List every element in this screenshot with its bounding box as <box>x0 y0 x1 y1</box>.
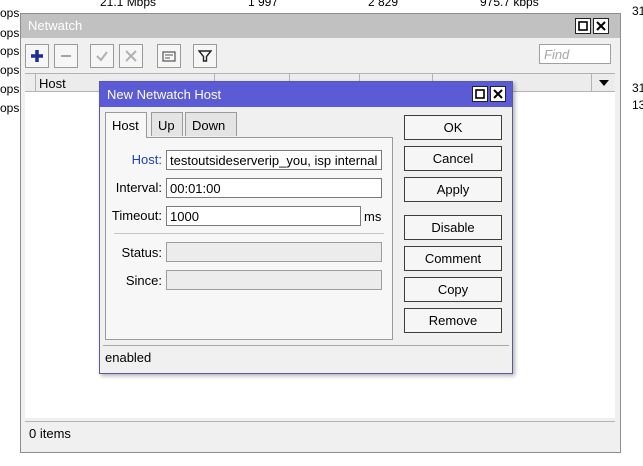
apply-button[interactable]: Apply <box>404 177 502 202</box>
comment-button[interactable]: Comment <box>404 246 502 271</box>
bg-value: 975.7 kbps <box>480 0 539 9</box>
bg-row: ops <box>0 6 20 20</box>
bg-value: 2 829 <box>368 0 399 9</box>
timeout-unit: ms <box>364 209 382 224</box>
host-label: Host: <box>131 152 162 167</box>
note-icon <box>162 51 176 62</box>
interval-field[interactable]: 00:01:00 <box>166 178 382 198</box>
filter-icon <box>198 50 212 62</box>
tab-down[interactable]: Down <box>185 112 237 136</box>
divider <box>114 233 384 234</box>
tab-up[interactable]: Up <box>151 112 183 136</box>
maximize-icon <box>578 21 588 31</box>
bg-value: 31 <box>632 81 643 95</box>
remove-toolbar-button[interactable] <box>54 44 78 68</box>
window-title: Netwatch <box>28 18 83 33</box>
find-input[interactable]: Find <box>539 44 611 64</box>
bg-row: ops <box>0 63 20 77</box>
bg-value: 13 <box>632 98 643 112</box>
maximize-button[interactable] <box>575 18 591 34</box>
column-host[interactable]: Host <box>39 76 66 91</box>
new-netwatch-host-dialog: New Netwatch Host Host Up Down Host: tes… <box>99 81 513 374</box>
status-field <box>166 242 382 262</box>
since-label: Since: <box>125 273 162 288</box>
close-icon <box>493 89 503 99</box>
timeout-label: Timeout: <box>111 208 162 223</box>
bg-row: ops <box>0 44 20 58</box>
status-label: Status: <box>121 245 162 260</box>
status-bar: 0 items <box>25 421 615 446</box>
minus-icon <box>61 55 71 57</box>
background-window-left: ops ops ops ops ops ops <box>0 0 20 466</box>
host-field[interactable]: testoutsideserverip_you, isp internal <box>166 150 382 170</box>
background-window-right: 31 31 13 <box>630 0 643 466</box>
dialog-title: New Netwatch Host <box>107 87 222 102</box>
close-button[interactable] <box>490 86 506 102</box>
ok-button[interactable]: OK <box>404 115 502 140</box>
filter-button[interactable] <box>193 44 217 68</box>
tab-host[interactable]: Host <box>105 112 147 138</box>
status-text: enabled <box>105 350 152 365</box>
timeout-field[interactable]: 1000 <box>166 206 361 226</box>
cross-icon <box>125 50 137 62</box>
since-field <box>166 270 382 290</box>
enable-button[interactable] <box>90 44 114 68</box>
column-spacer <box>25 74 36 91</box>
bg-value: 31 <box>632 4 643 18</box>
close-icon <box>596 21 606 31</box>
disable-toolbar-button[interactable] <box>119 44 143 68</box>
remove-button[interactable]: Remove <box>404 308 502 333</box>
close-button[interactable] <box>593 18 609 34</box>
maximize-icon <box>475 89 485 99</box>
dialog-status-bar: enabled <box>103 345 509 370</box>
maximize-button[interactable] <box>472 86 488 102</box>
plus-icon <box>31 50 43 62</box>
bg-value: 1 997 <box>248 0 279 9</box>
bg-row: ops <box>0 101 20 115</box>
host-tab-panel: Host: testoutsideserverip_you, isp inter… <box>105 137 393 340</box>
item-count: 0 items <box>29 426 71 441</box>
comment-toolbar-button[interactable] <box>157 44 181 68</box>
cancel-button[interactable]: Cancel <box>404 146 502 171</box>
check-icon <box>96 51 108 62</box>
chevron-down-icon <box>598 79 609 86</box>
disable-button[interactable]: Disable <box>404 215 502 240</box>
background-window-top: 21.1 Mbps 1 997 2 829 975.7 kbps <box>20 0 643 12</box>
column-menu-button[interactable] <box>591 74 615 91</box>
copy-button[interactable]: Copy <box>404 277 502 302</box>
bg-row: ops <box>0 26 20 40</box>
dialog-titlebar[interactable]: New Netwatch Host <box>100 82 512 107</box>
netwatch-titlebar[interactable]: Netwatch <box>21 14 620 38</box>
bg-row: ops <box>0 82 20 96</box>
add-button[interactable] <box>25 44 49 68</box>
bg-value: 21.1 Mbps <box>100 0 157 9</box>
interval-label: Interval: <box>115 180 162 195</box>
